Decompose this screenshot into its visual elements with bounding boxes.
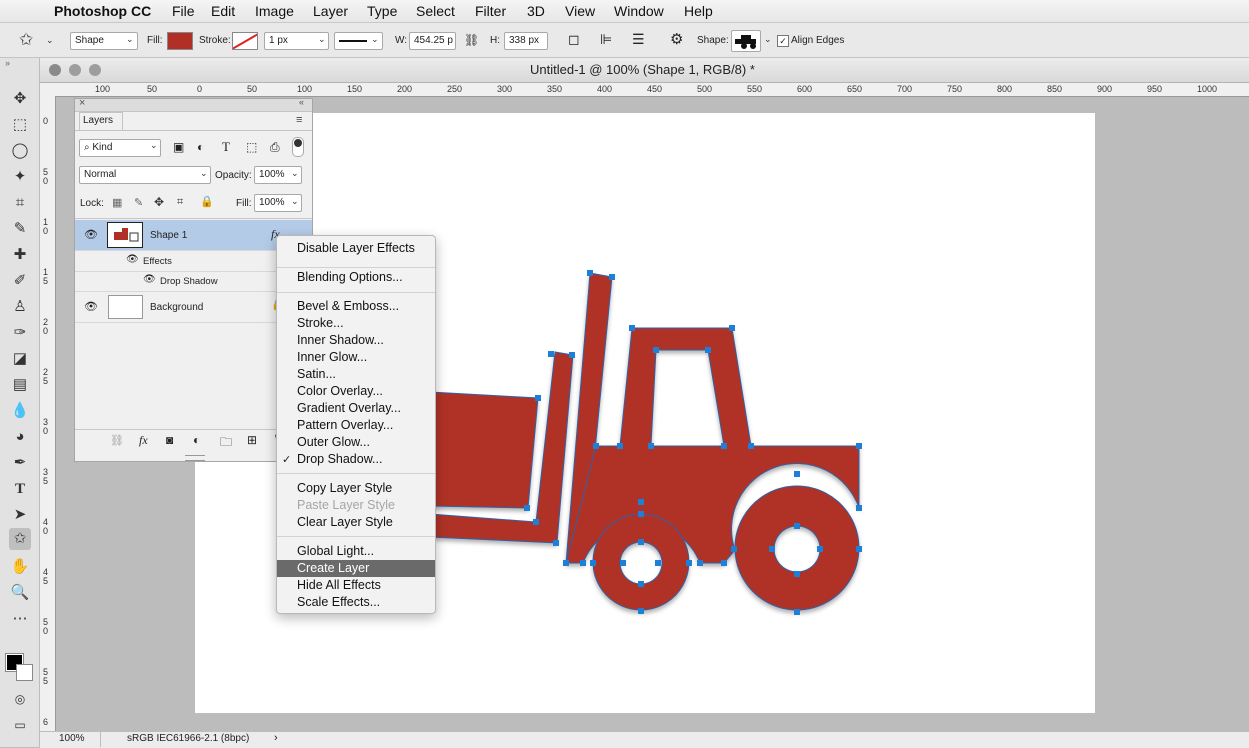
menu-item-disable-layer-effects[interactable]: Disable Layer Effects	[277, 240, 435, 257]
lock-label: Lock:	[80, 198, 104, 209]
zoom-level-field[interactable]: 100%	[40, 732, 101, 747]
layer-name: Background	[150, 302, 204, 313]
layer-name: Shape 1	[150, 230, 188, 241]
layer-thumbnail[interactable]	[108, 295, 143, 319]
visibility-eye-icon[interactable]: 👁	[126, 254, 139, 265]
new-layer-icon[interactable]: ⊞	[247, 433, 257, 447]
menu-item-create-layer[interactable]: Create Layer	[277, 560, 435, 577]
menu-item-clear-layer-style[interactable]: Clear Layer Style	[277, 514, 435, 531]
chevron-down-icon[interactable]: ⌄	[291, 196, 299, 207]
link-layers-icon[interactable]: ⛓	[110, 434, 124, 447]
filter-smart-object-icon[interactable]: ⎙	[270, 140, 280, 155]
tab-label: Layers	[83, 115, 114, 126]
filter-adjustment-icon[interactable]: ◐	[197, 140, 204, 154]
close-icon[interactable]: ×	[79, 97, 85, 109]
effects-label: Effects	[143, 256, 172, 267]
layer-thumbnail[interactable]	[107, 222, 143, 248]
lock-all-icon[interactable]: 🔒	[200, 195, 214, 208]
effect-name: Drop Shadow	[160, 276, 218, 287]
lock-position-icon[interactable]: ✥	[154, 195, 164, 209]
filter-shape-icon[interactable]: ⬚	[246, 140, 257, 154]
opacity-label: Opacity:	[215, 170, 252, 181]
fill-label: Fill:	[236, 198, 252, 209]
chevron-down-icon: ⌄	[200, 168, 208, 178]
add-mask-icon[interactable]: ◙	[166, 433, 173, 447]
resize-grip[interactable]	[185, 455, 205, 461]
zoom-level: 100%	[59, 733, 85, 744]
layer-style-context-menu: Disable Layer Effects Blending Options..…	[276, 235, 436, 614]
menu-item-scale-effects[interactable]: Scale Effects...	[277, 594, 435, 611]
status-bar: 100% sRGB IEC61966-2.1 (8bpc) ›	[40, 731, 1249, 748]
menu-item-hide-all-effects[interactable]: Hide All Effects	[277, 577, 435, 594]
menu-item-stroke[interactable]: Stroke...	[277, 315, 435, 332]
menu-item-outer-glow[interactable]: Outer Glow...	[277, 434, 435, 451]
filter-type-icon[interactable]: T	[222, 139, 230, 155]
tab-layers[interactable]: Layers	[79, 112, 123, 131]
chevron-right-icon[interactable]: ›	[274, 732, 278, 744]
menu-item-bevel-emboss[interactable]: Bevel & Emboss...	[277, 298, 435, 315]
panel-header[interactable]: × «	[75, 97, 312, 112]
lock-transparent-icon[interactable]: ▦	[112, 196, 122, 209]
forklift-icon	[114, 228, 139, 242]
visibility-eye-icon[interactable]: 👁	[143, 274, 156, 285]
visibility-eye-icon[interactable]: 👁	[84, 300, 98, 313]
menu-item-copy-layer-style[interactable]: Copy Layer Style	[277, 480, 435, 497]
lock-artboard-icon[interactable]: ⌗	[177, 196, 183, 209]
chevron-down-icon: ⌄	[150, 140, 158, 150]
panel-menu-icon[interactable]: ≡	[296, 114, 302, 126]
collapse-icon[interactable]: «	[299, 97, 304, 107]
lock-image-icon[interactable]: ✎	[134, 196, 143, 209]
menu-item-color-overlay[interactable]: Color Overlay...	[277, 383, 435, 400]
chevron-down-icon[interactable]: ⌄	[291, 168, 299, 179]
menu-item-inner-shadow[interactable]: Inner Shadow...	[277, 332, 435, 349]
filter-pixel-icon[interactable]: ▣	[173, 140, 184, 154]
menu-item-gradient-overlay[interactable]: Gradient Overlay...	[277, 400, 435, 417]
filter-toggle[interactable]	[292, 137, 304, 157]
add-style-icon[interactable]: fx	[139, 433, 148, 448]
menu-item-satin[interactable]: Satin...	[277, 366, 435, 383]
menu-item-pattern-overlay[interactable]: Pattern Overlay...	[277, 417, 435, 434]
new-adjustment-icon[interactable]: ◐	[193, 433, 200, 447]
menu-item-global-light[interactable]: Global Light...	[277, 543, 435, 560]
menu-item-inner-glow[interactable]: Inner Glow...	[277, 349, 435, 366]
filter-kind-select[interactable]: ⌕ Kind	[79, 139, 161, 157]
blend-mode-select[interactable]: Normal	[79, 166, 211, 184]
visibility-eye-icon[interactable]: 👁	[84, 228, 98, 241]
color-profile: sRGB IEC61966-2.1 (8bpc)	[127, 733, 250, 744]
menu-item-blending-options[interactable]: Blending Options...	[277, 269, 435, 286]
menu-item-paste-layer-style: Paste Layer Style	[297, 498, 395, 512]
new-group-icon[interactable]: 🗀	[220, 433, 232, 454]
menu-item-drop-shadow[interactable]: Drop Shadow...	[277, 451, 435, 468]
